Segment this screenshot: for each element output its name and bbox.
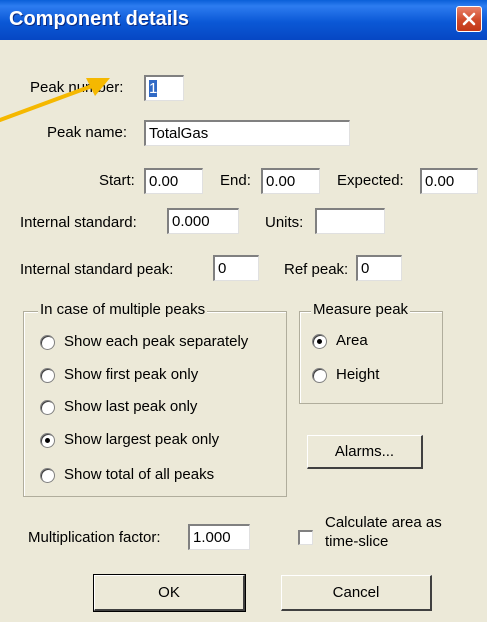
peak-name-field[interactable]: TotalGas bbox=[144, 120, 350, 146]
close-icon bbox=[462, 12, 476, 26]
internal-standard-peak-label: Internal standard peak: bbox=[20, 261, 174, 278]
radio-show-total-peaks[interactable]: Show total of all peaks bbox=[40, 466, 280, 488]
radio-label: Area bbox=[336, 332, 368, 349]
end-field[interactable]: 0.00 bbox=[261, 168, 320, 194]
peak-name-value: TotalGas bbox=[149, 125, 209, 142]
internal-standard-value: 0.000 bbox=[172, 213, 210, 230]
internal-standard-label: Internal standard: bbox=[20, 214, 137, 231]
radio-button-selected[interactable] bbox=[312, 334, 327, 349]
multiple-peaks-title: In case of multiple peaks bbox=[38, 301, 208, 318]
start-label: Start: bbox=[99, 172, 135, 189]
radio-area[interactable]: Area bbox=[312, 332, 432, 354]
multiplication-factor-label: Multiplication factor: bbox=[28, 529, 161, 546]
expected-field[interactable]: 0.00 bbox=[420, 168, 478, 194]
cancel-button[interactable]: Cancel bbox=[281, 575, 432, 611]
peak-name-label: Peak name: bbox=[47, 124, 128, 141]
close-button[interactable] bbox=[456, 6, 482, 32]
units-field[interactable] bbox=[315, 208, 385, 234]
radio-button[interactable] bbox=[40, 400, 55, 415]
radio-button[interactable] bbox=[40, 368, 55, 383]
radio-dot-icon bbox=[317, 339, 322, 344]
internal-standard-field[interactable]: 0.000 bbox=[167, 208, 239, 234]
radio-button[interactable] bbox=[312, 368, 327, 383]
radio-show-last-peak[interactable]: Show last peak only bbox=[40, 398, 280, 420]
expected-label: Expected: bbox=[337, 172, 404, 189]
window-title: Component details bbox=[9, 8, 190, 30]
expected-value: 0.00 bbox=[425, 173, 455, 190]
radio-button[interactable] bbox=[40, 468, 55, 483]
start-field[interactable]: 0.00 bbox=[144, 168, 203, 194]
internal-standard-peak-value: 0 bbox=[218, 260, 227, 277]
title-bar[interactable]: Component details bbox=[0, 0, 487, 40]
peak-number-label: Peak number: bbox=[30, 79, 124, 96]
multiplication-factor-field[interactable]: 1.000 bbox=[188, 524, 250, 550]
peak-number-value: 1 bbox=[149, 80, 158, 97]
component-details-dialog: Component details Peak number: 1 Peak na… bbox=[0, 0, 487, 622]
radio-height[interactable]: Height bbox=[312, 366, 432, 388]
calculate-area-label-line2: time-slice bbox=[325, 533, 389, 550]
radio-label: Show last peak only bbox=[64, 398, 198, 415]
ref-peak-label: Ref peak: bbox=[284, 261, 349, 278]
ref-peak-field[interactable]: 0 bbox=[356, 255, 402, 281]
peak-number-field[interactable]: 1 bbox=[144, 75, 184, 101]
radio-label: Show total of all peaks bbox=[64, 466, 215, 483]
end-value: 0.00 bbox=[266, 173, 296, 190]
calculate-area-label-line1: Calculate area as bbox=[325, 514, 442, 531]
radio-dot-icon bbox=[45, 438, 50, 443]
ref-peak-value: 0 bbox=[361, 260, 370, 277]
calculate-area-checkbox[interactable] bbox=[298, 530, 313, 545]
radio-label: Height bbox=[336, 366, 380, 383]
multiplication-factor-value: 1.000 bbox=[193, 529, 231, 546]
radio-label: Show largest peak only bbox=[64, 431, 220, 448]
radio-label: Show first peak only bbox=[64, 366, 199, 383]
measure-peak-group bbox=[299, 311, 443, 404]
ok-button-label: OK bbox=[158, 584, 180, 601]
start-value: 0.00 bbox=[149, 173, 179, 190]
radio-show-each-peak[interactable]: Show each peak separately bbox=[40, 333, 280, 355]
radio-label: Show each peak separately bbox=[64, 333, 249, 350]
alarms-button[interactable]: Alarms... bbox=[307, 435, 423, 469]
measure-peak-title: Measure peak bbox=[311, 301, 411, 318]
internal-standard-peak-field[interactable]: 0 bbox=[213, 255, 259, 281]
radio-button[interactable] bbox=[40, 335, 55, 350]
alarms-button-label: Alarms... bbox=[334, 443, 395, 460]
radio-button-selected[interactable] bbox=[40, 433, 55, 448]
cancel-button-label: Cancel bbox=[332, 584, 380, 601]
radio-show-largest-peak[interactable]: Show largest peak only bbox=[40, 431, 280, 453]
radio-show-first-peak[interactable]: Show first peak only bbox=[40, 366, 280, 388]
ok-button[interactable]: OK bbox=[93, 574, 246, 612]
units-label: Units: bbox=[265, 214, 304, 231]
end-label: End: bbox=[220, 172, 251, 189]
